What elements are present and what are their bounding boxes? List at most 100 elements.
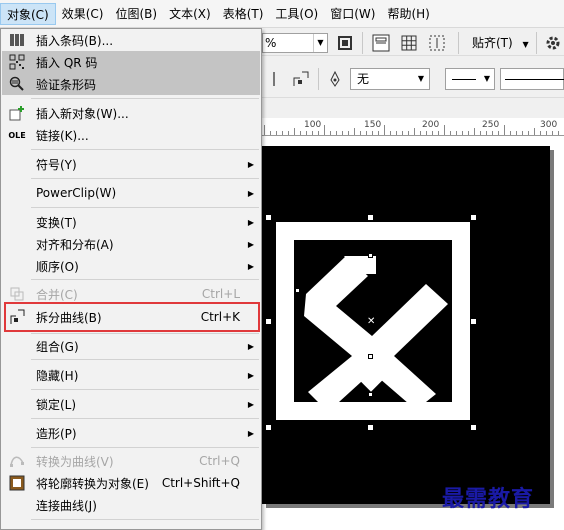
menu-item-order[interactable]: 顺序(O) ▶ [2, 255, 260, 277]
ruler-tick [516, 131, 517, 135]
menu-separator [31, 359, 259, 360]
ruler-tick [318, 131, 319, 135]
menu-window[interactable]: 窗口(W) [324, 3, 381, 25]
submenu-arrow-icon: ▶ [247, 428, 254, 438]
show-guidelines-icon[interactable] [426, 32, 448, 54]
toolbar-separator [362, 32, 363, 54]
snap-to-label: 贴齐(T) [472, 36, 513, 50]
menu-separator [31, 519, 259, 520]
menu-item-powerclip[interactable]: PowerClip(W) ▶ [2, 182, 260, 204]
ruler-tick [420, 131, 421, 135]
menu-item-align-distribute[interactable]: 对齐和分布(A) ▶ [2, 233, 260, 255]
break-apart-icon[interactable] [290, 68, 312, 90]
menu-item-verify-barcode[interactable]: 验证条形码 [2, 73, 260, 95]
outline-width-combo[interactable]: 无 ▼ [350, 68, 430, 90]
menu-item-hide[interactable]: 隐藏(H) ▶ [2, 364, 260, 386]
ruler-tick [456, 131, 457, 135]
menu-item-insert-barcode[interactable]: 插入条码(B)... [2, 29, 260, 51]
toolbar-separator [458, 32, 459, 54]
drawing-workspace[interactable]: ✕ 最需教育 [262, 136, 564, 530]
ruler-label: 250 [482, 120, 500, 130]
line-style-combo[interactable]: ▼ [445, 68, 495, 90]
menu-separator [31, 207, 259, 208]
menu-item-links[interactable]: OLE 链接(K)... [2, 124, 260, 146]
menu-separator [31, 279, 259, 280]
pen-nib-icon [324, 68, 346, 90]
zoom-level-combo[interactable]: % ▼ [262, 33, 328, 53]
menu-item-insert-new-object[interactable]: 插入新对象(W)... [2, 102, 260, 124]
watermark-text: 最需教育 [442, 486, 535, 512]
ruler-tick [336, 131, 337, 135]
submenu-arrow-icon: ▶ [247, 370, 254, 380]
show-grid-icon[interactable] [398, 32, 420, 54]
menu-bitmaps[interactable]: 位图(B) [110, 3, 164, 25]
ruler-tick [378, 131, 379, 135]
menu-item-group[interactable]: 组合(G) ▶ [2, 335, 260, 357]
outline-width-value: 无 [357, 72, 370, 86]
ruler-tick [288, 131, 289, 135]
ruler-tick [468, 131, 469, 135]
menu-help[interactable]: 帮助(H) [381, 3, 435, 25]
menu-item-convert-outline-to-object[interactable]: 将轮廓转换为对象(E) Ctrl+Shift+Q [2, 472, 260, 494]
ruler-tick [552, 131, 553, 135]
horizontal-ruler[interactable]: 100 150 200 250 300 [262, 118, 564, 136]
ruler-tick [510, 131, 511, 135]
submenu-arrow-icon: ▶ [247, 217, 254, 227]
selection-handle[interactable] [265, 318, 272, 325]
convert-to-curves-icon [6, 450, 28, 472]
selection-handle[interactable] [470, 424, 477, 431]
selection-handle[interactable] [367, 424, 374, 431]
menu-table[interactable]: 表格(T) [217, 3, 270, 25]
menu-text[interactable]: 文本(X) [163, 3, 217, 25]
curve-node[interactable] [368, 392, 373, 397]
menu-separator [31, 447, 259, 448]
selection-handle[interactable] [265, 214, 272, 221]
menu-item-insert-qr-code[interactable]: 插入 QR 码 [2, 51, 260, 73]
menu-object[interactable]: 对象(C) [0, 2, 56, 25]
menu-tools[interactable]: 工具(O) [269, 3, 324, 25]
ruler-tick [300, 131, 301, 135]
ruler-tick [324, 125, 325, 135]
curve-node[interactable] [368, 354, 373, 359]
ruler-tick [354, 128, 355, 135]
selection-handle[interactable] [367, 214, 374, 221]
object-menu-dropdown: 插入条码(B)... 插入 QR 码 验证条形码 插入新对象(W)... OLE… [0, 28, 262, 530]
curve-node[interactable] [295, 288, 300, 293]
ruler-tick [534, 128, 535, 135]
ruler-tick [414, 128, 415, 135]
show-rulers-icon[interactable] [370, 32, 392, 54]
menu-item-shaping[interactable]: 造形(P) ▶ [2, 422, 260, 444]
ruler-tick [540, 131, 541, 135]
selection-handle[interactable] [470, 214, 477, 221]
menu-item-lock[interactable]: 锁定(L) ▶ [2, 393, 260, 415]
ruler-tick [498, 131, 499, 135]
menu-item-convert-to-curves[interactable]: 转换为曲线(V) Ctrl+Q [2, 450, 260, 472]
ruler-tick [558, 131, 559, 135]
menu-separator [31, 98, 259, 99]
end-arrow-preview [505, 79, 564, 80]
ruler-tick [522, 131, 523, 135]
scroll-left-icon[interactable] [266, 68, 288, 90]
ruler-tick [264, 125, 265, 135]
submenu-arrow-icon: ▶ [247, 261, 254, 271]
menu-item-symbol[interactable]: 符号(Y) ▶ [2, 153, 260, 175]
outline-to-object-icon [6, 472, 28, 494]
menu-item-join-curves[interactable]: 连接曲线(J) [2, 494, 260, 516]
ruler-tick [390, 131, 391, 135]
ruler-tick [486, 131, 487, 135]
ruler-tick [276, 131, 277, 135]
ruler-tick [426, 131, 427, 135]
options-gear-icon[interactable] [542, 32, 564, 54]
selection-handle[interactable] [470, 318, 477, 325]
ruler-tick [330, 131, 331, 135]
snap-to-dropdown[interactable]: 贴齐(T) ▼ [468, 33, 533, 53]
ruler-tick [408, 131, 409, 135]
menu-item-transform[interactable]: 变换(T) ▶ [2, 211, 260, 233]
curve-node[interactable] [368, 253, 373, 258]
end-arrow-combo[interactable] [500, 68, 564, 90]
menu-effects[interactable]: 效果(C) [56, 3, 110, 25]
selection-handle[interactable] [265, 424, 272, 431]
full-screen-preview-icon[interactable] [334, 32, 356, 54]
menu-separator [31, 178, 259, 179]
toolbar-separator [318, 68, 319, 90]
